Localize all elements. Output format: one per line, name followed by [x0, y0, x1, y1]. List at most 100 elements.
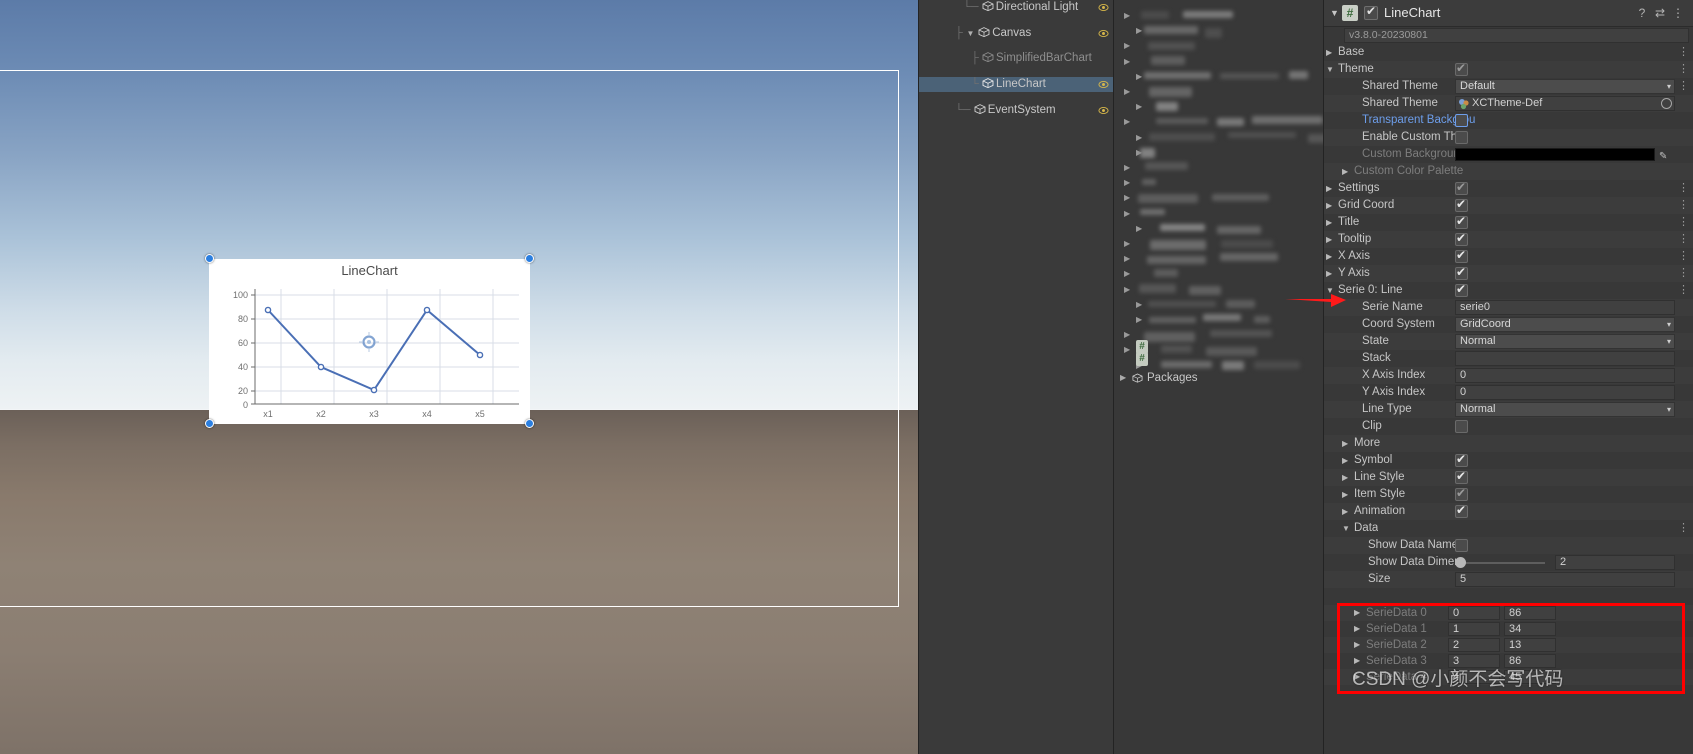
chevron-right-icon[interactable]: ▶: [1124, 269, 1130, 278]
kebab-menu-icon[interactable]: ⋮: [1678, 181, 1689, 196]
serie-data-y-input[interactable]: 13: [1504, 638, 1556, 652]
visibility-eye-icon[interactable]: [1098, 28, 1109, 39]
inspector-panel[interactable]: ▼ # LineChart ? ⇄ ⋮ v3.8.0-20230801 ▶ Bas…: [1324, 0, 1693, 754]
property-row-custom-background[interactable]: Custom Backgroun ✎: [1324, 146, 1693, 163]
chevron-right-icon[interactable]: ▶: [1326, 248, 1332, 265]
property-row-shared-theme-1[interactable]: Shared Theme Default ▾ ⋮: [1324, 78, 1693, 95]
project-row-blurred[interactable]: ▶: [1114, 145, 1323, 161]
chevron-right-icon[interactable]: ▶: [1342, 503, 1348, 520]
serie-data-y-input[interactable]: 86: [1504, 606, 1556, 620]
hierarchy-item-eventsystem[interactable]: └─ EventSystem: [919, 103, 1113, 119]
chevron-right-icon[interactable]: ▶: [1124, 57, 1130, 66]
property-row-size[interactable]: Size 5: [1324, 571, 1693, 588]
slider-knob-show-data-dimension[interactable]: [1455, 557, 1466, 568]
chevron-right-icon[interactable]: ▶: [1342, 435, 1348, 452]
property-row-custom-color-palette[interactable]: ▶ Custom Color Palette: [1324, 163, 1693, 180]
selection-handle-bottom-right[interactable]: [525, 419, 534, 428]
property-row-animation[interactable]: ▶ Animation: [1324, 502, 1693, 520]
chevron-down-icon[interactable]: ▼: [966, 26, 975, 42]
checkbox-y-axis[interactable]: [1455, 264, 1468, 281]
inspector-component-header[interactable]: ▼ # LineChart ? ⇄ ⋮: [1324, 0, 1693, 27]
project-row-blurred[interactable]: ▶: [1114, 312, 1323, 328]
chevron-right-icon[interactable]: ▶: [1124, 117, 1130, 126]
project-row-blurred[interactable]: ▶: [1114, 190, 1323, 206]
component-enabled-checkbox[interactable]: [1364, 4, 1378, 20]
chevron-right-icon[interactable]: ▶: [1136, 72, 1142, 81]
property-row-base[interactable]: ▶ Base ⋮: [1324, 44, 1693, 61]
checkbox-line-style[interactable]: [1455, 468, 1468, 485]
hierarchy-item-simplifiedbarchart[interactable]: ├ SimplifiedBarChart: [919, 51, 1113, 67]
property-row-line-type[interactable]: Line Type Normal ▾: [1324, 401, 1693, 418]
input-x-axis-index[interactable]: 0: [1455, 368, 1675, 383]
property-row-item-style[interactable]: ▶ Item Style: [1324, 485, 1693, 503]
project-row-blurred[interactable]: ▶: [1114, 23, 1323, 39]
property-row-x-axis-index[interactable]: X Axis Index 0: [1324, 367, 1693, 384]
kebab-menu-icon[interactable]: ⋮: [1678, 45, 1689, 60]
visibility-eye-icon[interactable]: [1098, 79, 1109, 90]
project-row-blurred[interactable]: ▶: [1114, 221, 1323, 237]
chevron-right-icon[interactable]: ▶: [1342, 469, 1348, 486]
dropdown-coord-system[interactable]: GridCoord ▾: [1455, 317, 1675, 332]
hierarchy-item-canvas[interactable]: ├ ▼ Canvas: [919, 26, 1113, 42]
checkbox-tooltip[interactable]: [1455, 230, 1468, 247]
project-row-blurred[interactable]: ▶: [1114, 69, 1323, 85]
hierarchy-item-linechart[interactable]: └ LineChart: [919, 76, 1113, 92]
checkbox-grid-coord[interactable]: [1455, 196, 1468, 213]
serie-data-y-input[interactable]: 34: [1504, 622, 1556, 636]
property-row-grid-coord[interactable]: ▶ Grid Coord ⋮: [1324, 196, 1693, 214]
project-panel[interactable]: ▶▶▶▶▶▶▶▶▶▶▶▶▶▶▶▶▶▶▶▶▶▶▶▶## ▶ Packages: [1114, 0, 1324, 754]
property-row-line-style[interactable]: ▶ Line Style: [1324, 468, 1693, 486]
serie-data-row[interactable]: ▶ SerieData 1 1 34: [1324, 621, 1693, 637]
checkbox-item-style[interactable]: [1455, 485, 1468, 502]
checkbox-x-axis[interactable]: [1455, 247, 1468, 264]
chevron-right-icon[interactable]: ▶: [1124, 330, 1130, 339]
property-row-transparent-background[interactable]: Transparent Backgrou: [1324, 112, 1693, 129]
input-stack[interactable]: [1455, 351, 1675, 366]
checkbox-transparent-background[interactable]: [1455, 114, 1468, 127]
scene-view[interactable]: LineChart 100 80 60 40 20 0 x1 x2 x3 x4 …: [0, 0, 918, 754]
chevron-right-icon[interactable]: ▶: [1136, 315, 1142, 324]
chevron-right-icon[interactable]: ▶: [1124, 254, 1130, 263]
dropdown-line-type[interactable]: Normal ▾: [1455, 402, 1675, 417]
kebab-menu-icon[interactable]: ⋮: [1671, 6, 1685, 20]
property-row-show-data-dimension[interactable]: Show Data Dimen 2: [1324, 554, 1693, 571]
checkbox-animation[interactable]: [1455, 502, 1468, 519]
property-row-symbol[interactable]: ▶ Symbol: [1324, 451, 1693, 469]
project-row-blurred[interactable]: ▶: [1114, 266, 1323, 282]
serie-data-x-input[interactable]: 1: [1448, 622, 1500, 636]
selection-handle-top-right[interactable]: [525, 254, 534, 263]
color-swatch-custom-background[interactable]: [1455, 148, 1655, 161]
kebab-menu-icon[interactable]: ⋮: [1678, 79, 1689, 94]
property-row-settings[interactable]: ▶ Settings ⋮: [1324, 179, 1693, 197]
checkbox-symbol[interactable]: [1455, 451, 1468, 468]
chevron-right-icon[interactable]: ▶: [1342, 486, 1348, 503]
chevron-right-icon[interactable]: ▶: [1124, 11, 1130, 20]
chevron-right-icon[interactable]: ▶: [1342, 163, 1348, 180]
property-row-serie-name[interactable]: Serie Name serie0: [1324, 299, 1693, 316]
help-icon[interactable]: ?: [1635, 6, 1649, 20]
chevron-right-icon[interactable]: ▶: [1354, 637, 1360, 653]
property-row-show-data-name[interactable]: Show Data Name: [1324, 537, 1693, 554]
kebab-menu-icon[interactable]: ⋮: [1678, 215, 1689, 230]
chevron-right-icon[interactable]: ▶: [1136, 224, 1142, 233]
property-row-y-axis-index[interactable]: Y Axis Index 0: [1324, 384, 1693, 401]
project-row-blurred[interactable]: ▶: [1114, 8, 1323, 24]
kebab-menu-icon[interactable]: ⋮: [1678, 266, 1689, 281]
chevron-right-icon[interactable]: ▶: [1326, 265, 1332, 282]
project-item-packages[interactable]: ▶ Packages: [1114, 370, 1323, 386]
input-serie-name[interactable]: serie0: [1455, 300, 1675, 315]
visibility-eye-icon[interactable]: [1098, 105, 1109, 116]
chevron-down-icon[interactable]: ▼: [1326, 61, 1334, 78]
checkbox-serie-0-line[interactable]: [1455, 281, 1468, 298]
chevron-right-icon[interactable]: ▶: [1326, 197, 1332, 214]
chevron-right-icon[interactable]: ▶: [1124, 345, 1130, 354]
property-row-data[interactable]: ▼ Data ⋮: [1324, 520, 1693, 537]
checkbox-theme[interactable]: [1455, 60, 1468, 77]
chevron-right-icon[interactable]: ▶: [1136, 102, 1142, 111]
input-y-axis-index[interactable]: 0: [1455, 385, 1675, 400]
hierarchy-panel[interactable]: └─ Directional Light ├ ▼ Canvas ├ Simpli…: [918, 0, 1114, 754]
chevron-right-icon[interactable]: ▶: [1354, 605, 1360, 621]
property-row-y-axis[interactable]: ▶ Y Axis ⋮: [1324, 264, 1693, 282]
checkbox-enable-custom-theme[interactable]: [1455, 131, 1468, 144]
property-row-more[interactable]: ▶ More: [1324, 435, 1693, 452]
